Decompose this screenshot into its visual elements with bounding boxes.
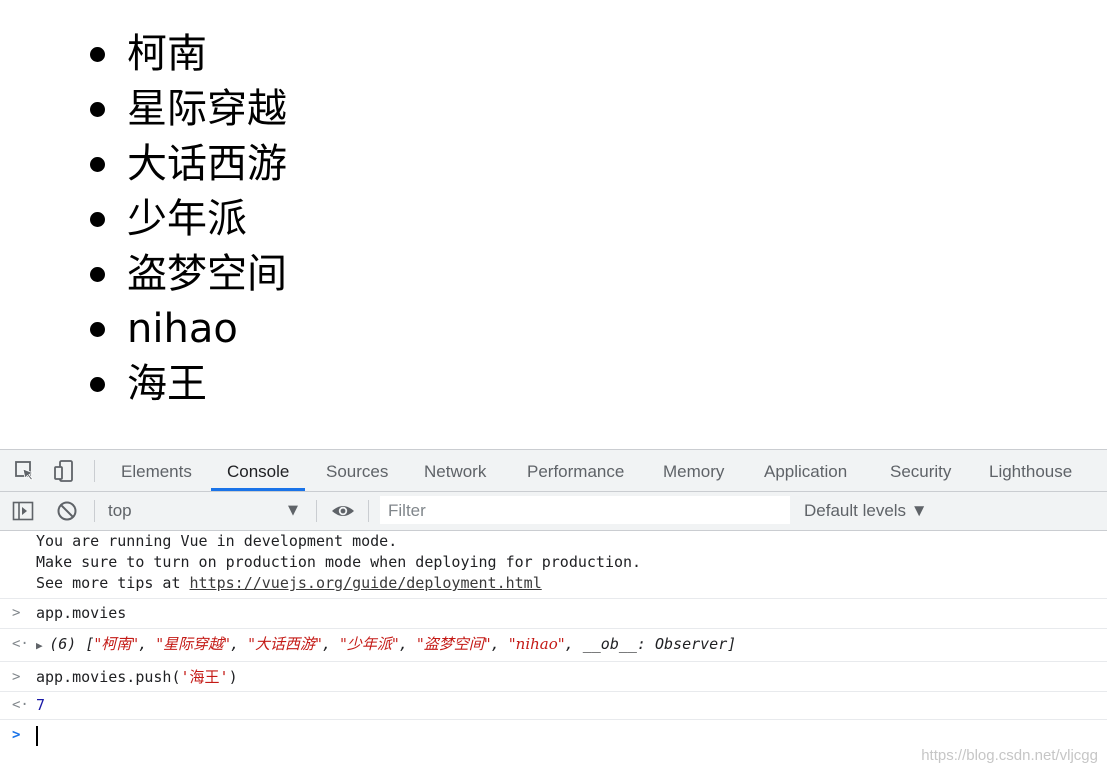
comma: , [230, 635, 249, 653]
tab-elements[interactable]: Elements [121, 450, 192, 491]
clear-console-icon[interactable] [56, 500, 78, 522]
inspect-element-icon[interactable] [13, 459, 37, 483]
result-number: 7 [36, 696, 46, 714]
bullet-icon [90, 267, 105, 282]
comma: , [564, 635, 583, 653]
console-result: <· 7 [0, 692, 1107, 720]
console-input: > app.movies.push('海王') [0, 662, 1107, 692]
toolbar-divider [316, 500, 317, 522]
context-selector[interactable]: top ▼ [100, 495, 310, 527]
command-call: app.movies.push( [36, 668, 181, 686]
array-item: "nihao" [508, 635, 565, 653]
list-item: 盗梦空间 [88, 247, 287, 302]
movie-title: 海王 [127, 361, 207, 407]
log-line: Make sure to turn on production mode whe… [36, 553, 642, 571]
bullet-icon [90, 322, 105, 337]
input-chevron-icon: > [12, 605, 21, 621]
bullet-icon [90, 47, 105, 62]
movie-title: 盗梦空间 [127, 251, 287, 297]
bullet-icon [90, 157, 105, 172]
devtools-tabbar: Elements Console Sources Network Perform… [0, 450, 1107, 492]
toolbar-divider [94, 460, 95, 482]
movie-title: nihao [127, 306, 238, 352]
array-item: "盗梦空间" [416, 635, 491, 653]
tab-application[interactable]: Application [764, 450, 847, 491]
input-chevron-icon: > [12, 669, 21, 685]
command-close: ) [228, 668, 238, 686]
list-item: 大话西游 [88, 137, 287, 192]
movie-title: 少年派 [127, 196, 247, 242]
result-arrow-icon: <· [12, 697, 29, 713]
list-item: 柯南 [88, 27, 287, 82]
log-text: See more tips at [36, 574, 190, 592]
console-message: You are running Vue in development mode.… [0, 531, 1107, 599]
result-arrow-icon: <· [12, 636, 29, 652]
movie-title: 柯南 [127, 31, 207, 77]
bullet-icon [90, 212, 105, 227]
array-tail: __ob__: Observer] [582, 635, 737, 653]
prompt-chevron-icon: > [12, 727, 21, 743]
comma: , [138, 635, 157, 653]
tab-security[interactable]: Security [890, 450, 951, 491]
log-levels-dropdown[interactable]: Default levels ▼ [804, 492, 928, 530]
page-content: 柯南 星际穿越 大话西游 少年派 盗梦空间 nihao 海王 [0, 0, 1107, 450]
array-item: "少年派" [340, 635, 399, 653]
array-item: "柯南" [94, 635, 139, 653]
chevron-down-icon: ▼ [288, 503, 298, 518]
list-item: 星际穿越 [88, 82, 287, 137]
tab-lighthouse[interactable]: Lighthouse [989, 450, 1072, 491]
list-item: nihao [88, 302, 287, 357]
text-cursor [36, 726, 38, 746]
device-toolbar-icon[interactable] [52, 459, 76, 483]
toolbar-divider [368, 500, 369, 522]
movie-title: 大话西游 [127, 141, 287, 187]
comma: , [490, 635, 509, 653]
comma: , [321, 635, 341, 653]
bullet-icon [90, 377, 105, 392]
console-toolbar: top ▼ Default levels ▼ [0, 492, 1107, 531]
list-item: 海王 [88, 357, 287, 412]
tab-console[interactable]: Console [211, 450, 306, 491]
movie-list: 柯南 星际穿越 大话西游 少年派 盗梦空间 nihao 海王 [88, 27, 287, 412]
comma: , [398, 635, 417, 653]
command-arg: '海王' [180, 668, 229, 686]
tab-performance[interactable]: Performance [527, 450, 624, 491]
console-input: > app.movies [0, 599, 1107, 629]
bullet-icon [90, 102, 105, 117]
command-text: app.movies [36, 604, 127, 622]
list-item: 少年派 [88, 192, 287, 247]
tab-memory[interactable]: Memory [663, 450, 724, 491]
array-count: (6) [ [49, 635, 95, 653]
log-line: You are running Vue in development mode. [36, 532, 398, 550]
toolbar-divider [94, 500, 95, 522]
tab-network[interactable]: Network [424, 450, 486, 491]
sidebar-toggle-icon[interactable] [12, 500, 34, 522]
console-result: <· ▶ (6) ["柯南", "星际穿越", "大话西游", "少年派", "… [0, 629, 1107, 662]
watermark: https://blog.csdn.net/vljcgg [921, 747, 1098, 764]
array-item: "星际穿越" [156, 635, 231, 653]
result-array[interactable]: ▶ (6) ["柯南", "星际穿越", "大话西游", "少年派", "盗梦空… [36, 634, 736, 656]
command-text: app.movies.push('海王') [36, 667, 238, 688]
devtools-panel: Elements Console Sources Network Perform… [0, 449, 1107, 772]
console-output: You are running Vue in development mode.… [0, 531, 1107, 772]
movie-title: 星际穿越 [127, 86, 287, 132]
console-prompt[interactable]: > [0, 720, 1107, 772]
deployment-link[interactable]: https://vuejs.org/guide/deployment.html [190, 574, 542, 592]
context-label: top [108, 501, 132, 520]
tab-sources[interactable]: Sources [326, 450, 388, 491]
array-item: "大话西游" [248, 635, 322, 653]
expand-triangle-icon[interactable]: ▶ [36, 639, 49, 652]
filter-input[interactable] [380, 496, 790, 524]
log-line: See more tips at https://vuejs.org/guide… [36, 573, 542, 594]
eye-icon[interactable] [330, 500, 356, 522]
